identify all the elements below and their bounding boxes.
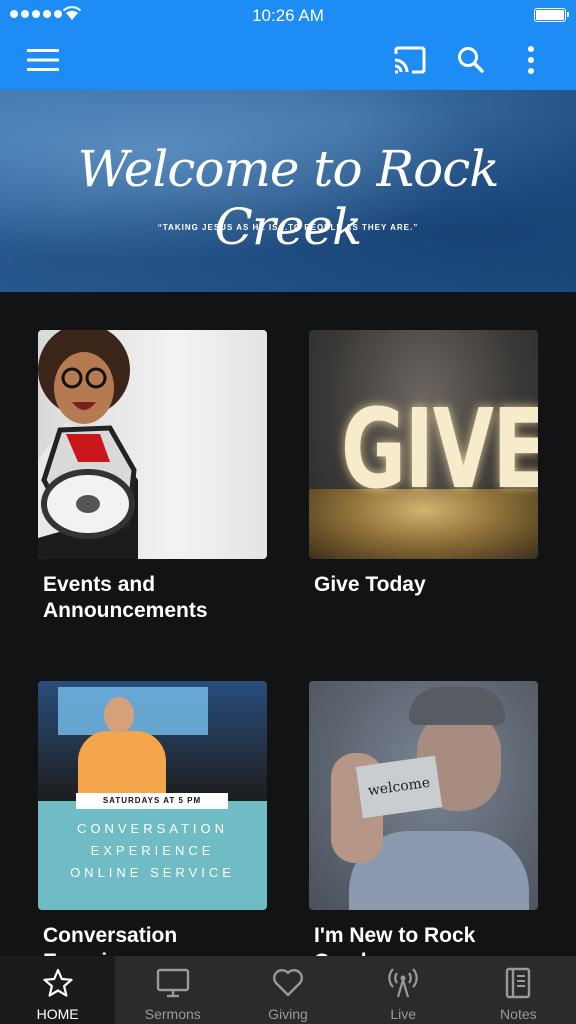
banner-tagline: “TAKING JESUS AS HE IS...TO PEOPLE AS TH… — [157, 223, 419, 232]
tab-giving[interactable]: Giving — [230, 956, 345, 1024]
tab-notes[interactable]: Notes — [461, 956, 576, 1024]
cast-icon[interactable] — [392, 42, 428, 78]
notebook-icon — [504, 967, 532, 999]
welcome-banner[interactable]: Welcome to Rock Creek “TAKING JESUS AS H… — [0, 90, 576, 292]
hamburger-menu-icon[interactable] — [25, 42, 61, 78]
tab-label: Giving — [268, 1006, 308, 1022]
banner-title: Welcome to Rock Creek — [77, 140, 499, 256]
image-line: EXPERIENCE — [90, 843, 215, 858]
card-title: Events and Announcements — [43, 573, 208, 622]
more-vertical-icon[interactable] — [513, 42, 549, 78]
card-im-new[interactable]: welcome I'm New to Rock Creek — [309, 681, 538, 975]
tab-label: Notes — [500, 1006, 537, 1022]
service-time-label: SATURDAYS AT 5 PM — [76, 793, 228, 809]
image-line: CONVERSATION — [76, 821, 229, 836]
card-conversation-experience[interactable]: SATURDAYS AT 5 PM CONVERSATION EXPERIENC… — [38, 681, 267, 975]
battery-icon — [534, 8, 569, 22]
welcome-image: welcome — [309, 681, 538, 910]
give-image: GIVE — [309, 330, 538, 559]
heart-icon — [272, 967, 304, 999]
tab-label: HOME — [36, 1006, 79, 1022]
tab-home[interactable]: HOME — [0, 956, 116, 1024]
app-bar — [0, 30, 576, 90]
give-image-text: GIVE — [341, 385, 538, 513]
conversation-image: SATURDAYS AT 5 PM CONVERSATION EXPERIENC… — [38, 681, 267, 910]
broadcast-icon — [387, 967, 419, 999]
megaphone-woman-illustration — [38, 330, 138, 559]
image-line: ONLINE SERVICE — [70, 865, 235, 880]
tab-sermons[interactable]: Sermons — [115, 956, 230, 1024]
welcome-card-text: welcome — [355, 755, 443, 819]
tv-icon — [156, 967, 190, 999]
events-image — [38, 330, 267, 559]
status-time: 10:26 AM — [252, 6, 324, 25]
tab-live[interactable]: Live — [346, 956, 461, 1024]
star-icon — [42, 967, 73, 999]
search-icon[interactable] — [453, 42, 489, 78]
bottom-tab-bar: HOME Sermons Giving Live Notes — [0, 956, 576, 1024]
card-events-announcements[interactable]: Events and Announcements — [38, 330, 267, 624]
status-bar: 10:26 AM — [0, 0, 576, 30]
tab-label: Live — [390, 1006, 416, 1022]
card-title: Give Today — [314, 573, 426, 596]
card-give-today[interactable]: GIVE Give Today — [309, 330, 538, 598]
tab-label: Sermons — [144, 1006, 201, 1022]
